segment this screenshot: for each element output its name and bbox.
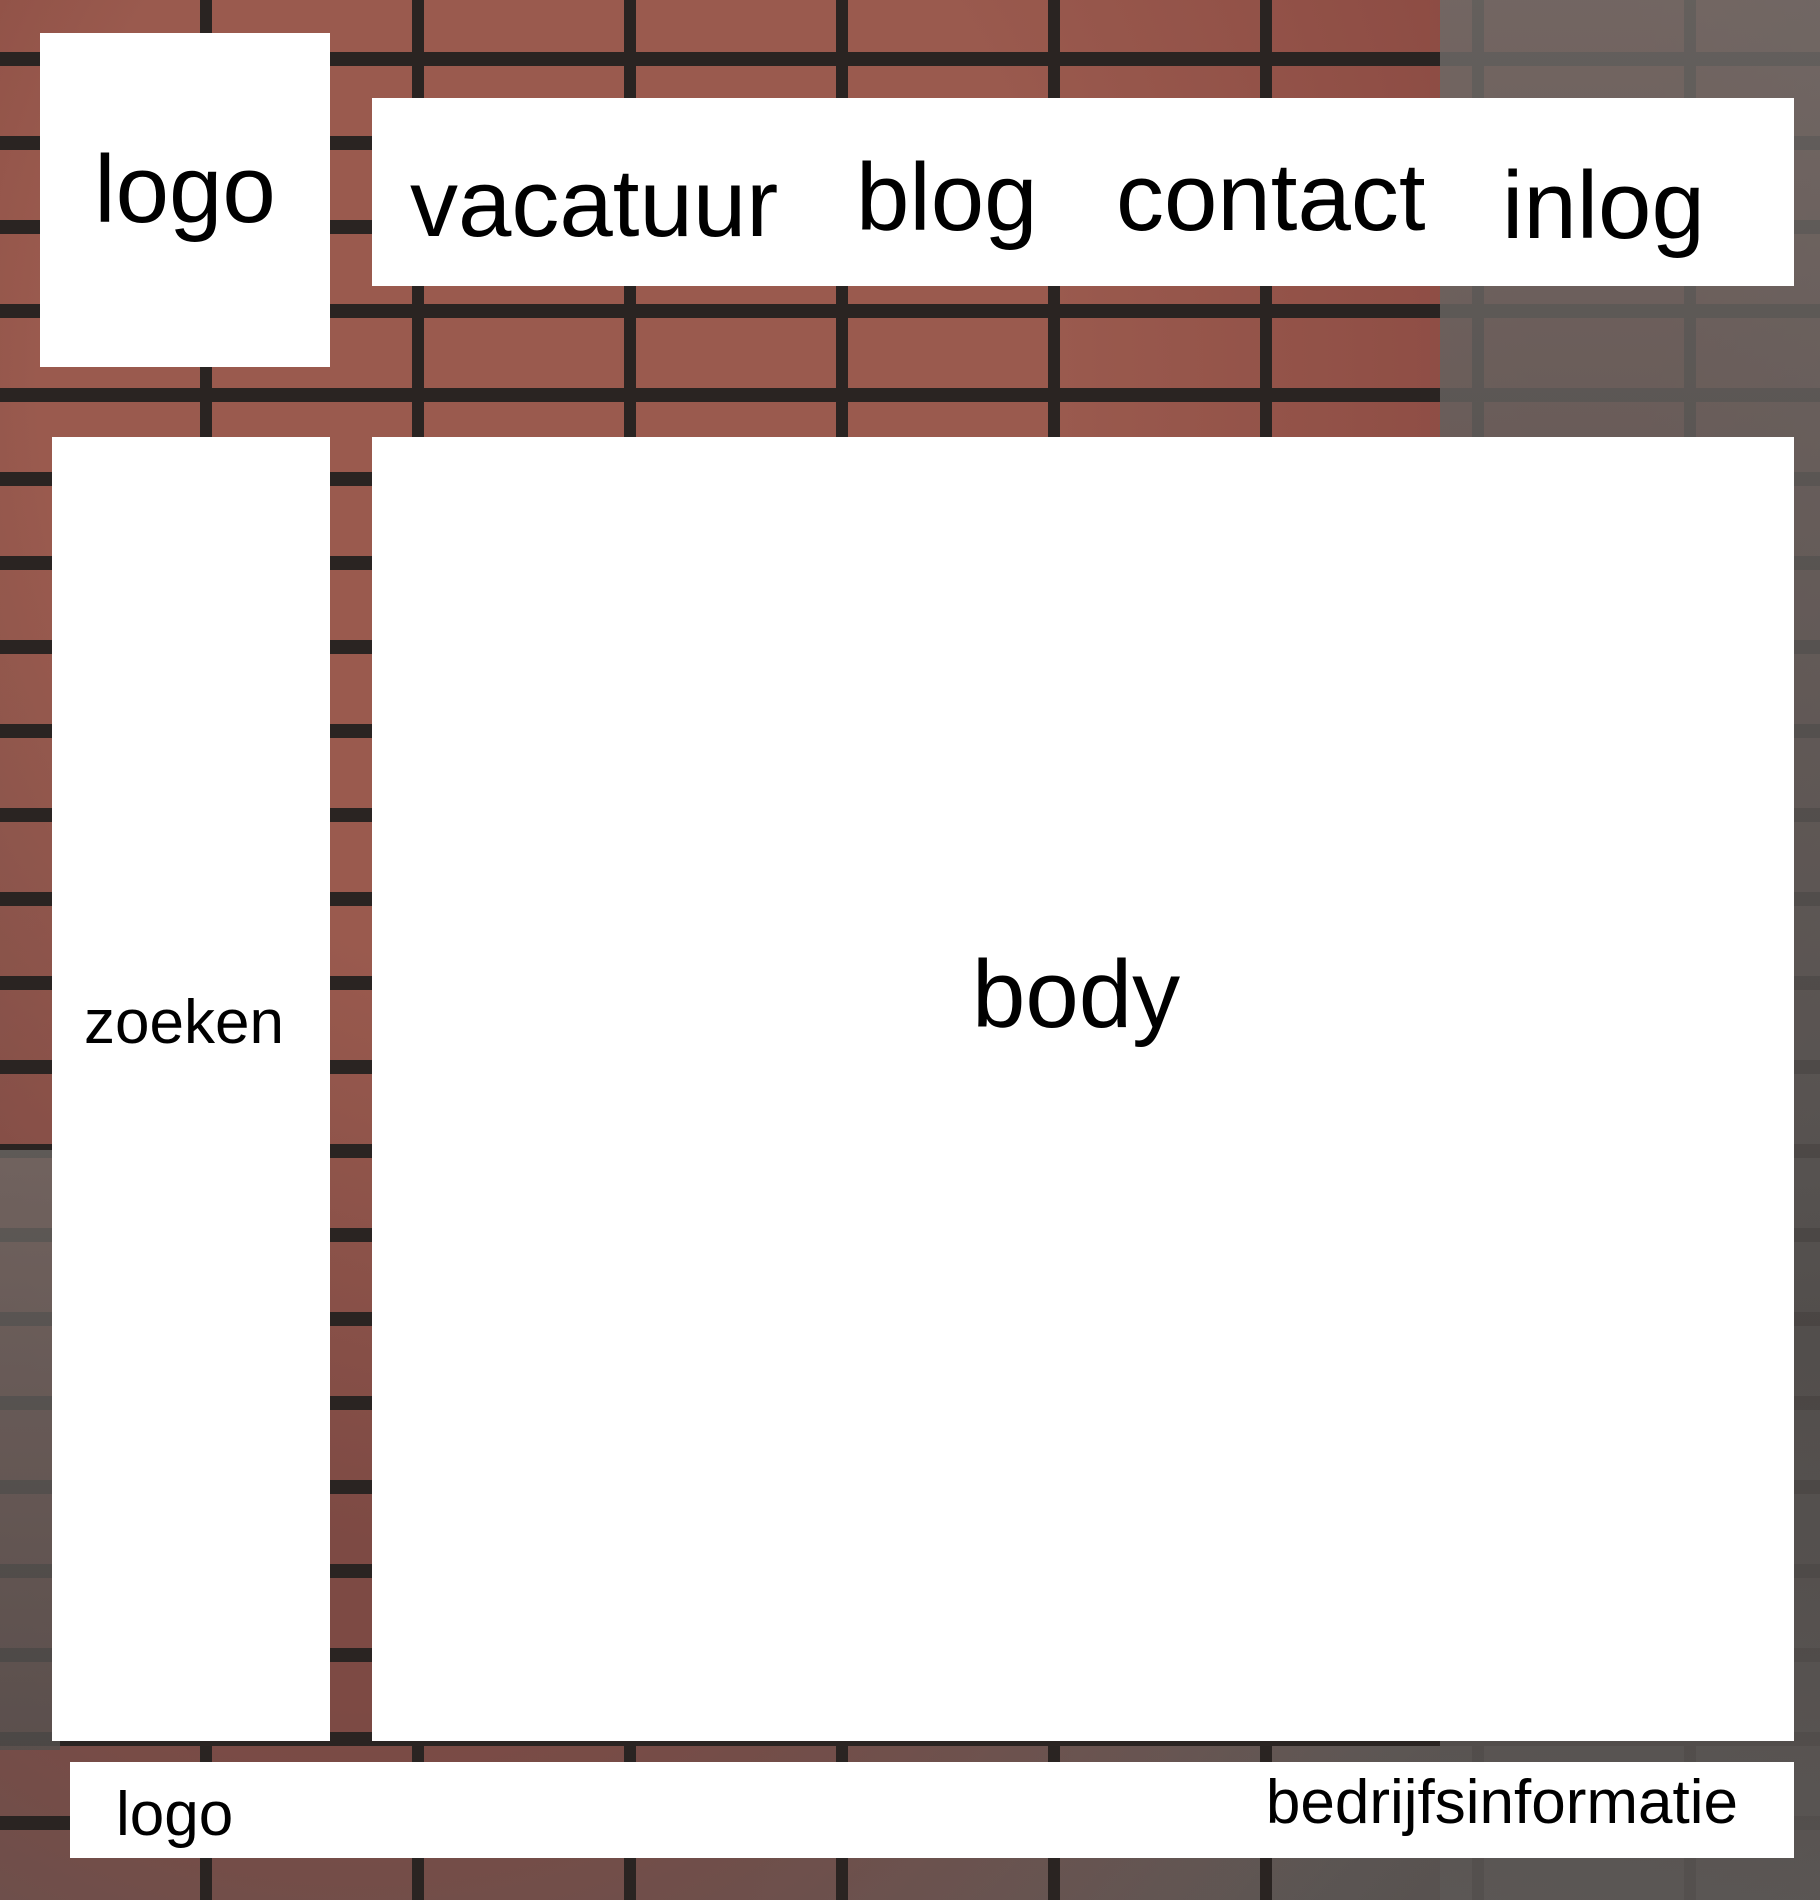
main-body: body bbox=[372, 437, 1794, 1741]
header-logo-text: logo bbox=[94, 136, 276, 243]
nav-item-contact[interactable]: contact bbox=[1116, 150, 1426, 246]
body-placeholder-text: body bbox=[972, 941, 1181, 1048]
search-label[interactable]: zoeken bbox=[84, 992, 284, 1054]
nav-item-inlog[interactable]: inlog bbox=[1502, 158, 1705, 254]
sidebar: zoeken bbox=[52, 437, 330, 1741]
footer-company-info: bedrijfsinformatie bbox=[1265, 1768, 1738, 1837]
nav-item-blog[interactable]: blog bbox=[856, 150, 1038, 246]
top-navigation: vacatuur blog contact inlog bbox=[372, 98, 1794, 286]
header-logo-box[interactable]: logo bbox=[40, 33, 330, 367]
footer: logo bedrijfsinformatie bbox=[70, 1762, 1794, 1858]
plaster-texture-left bbox=[0, 1150, 60, 1750]
nav-item-vacatuur[interactable]: vacatuur bbox=[410, 156, 778, 252]
footer-logo-text: logo bbox=[116, 1780, 234, 1849]
